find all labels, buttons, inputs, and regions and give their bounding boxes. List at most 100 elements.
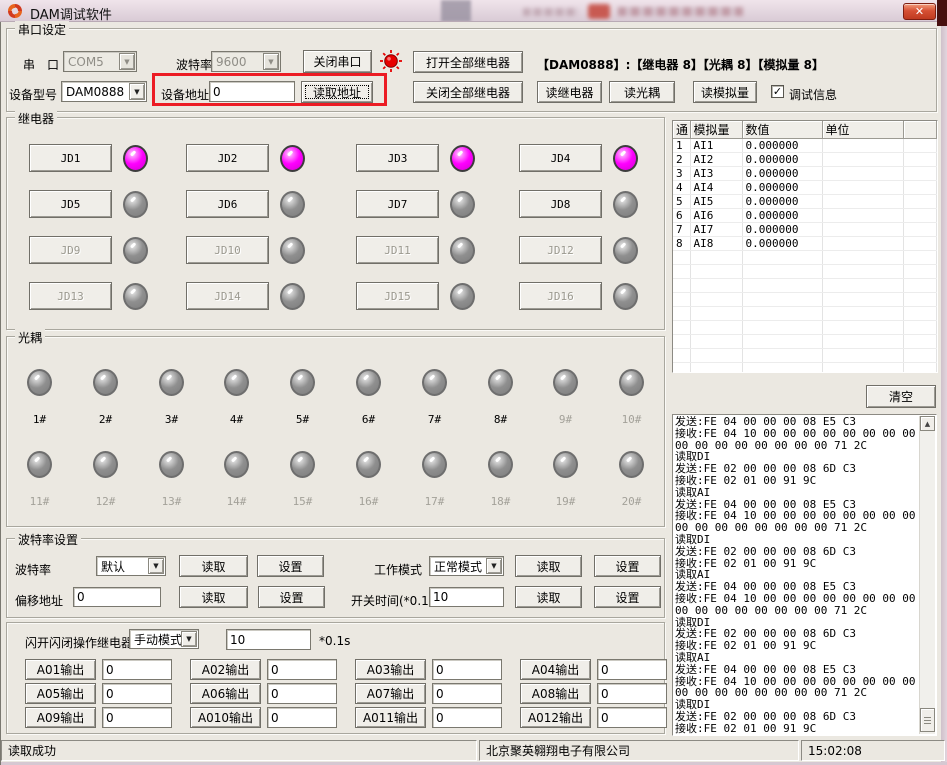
flash-time-input[interactable] bbox=[226, 629, 311, 650]
relay-button-jd13[interactable]: JD13 bbox=[29, 282, 112, 310]
baud-settings-title: 波特率设置 bbox=[15, 531, 81, 548]
opto-led-4 bbox=[224, 369, 249, 396]
device-model-select[interactable]: DAM0888 ▼ bbox=[61, 81, 147, 102]
table-empty-row bbox=[673, 349, 937, 363]
comm-log-box[interactable]: 发送:FE 04 00 00 00 08 E5 C3 接收:FE 04 10 0… bbox=[672, 414, 937, 736]
output-button-a01[interactable]: A01输出 bbox=[25, 659, 96, 680]
baud-read-button[interactable]: 读取 bbox=[179, 555, 248, 577]
relay-button-jd2[interactable]: JD2 bbox=[186, 144, 269, 172]
work-mode-set-button[interactable]: 设置 bbox=[594, 555, 661, 577]
relay-button-jd3[interactable]: JD3 bbox=[356, 144, 439, 172]
flash-time-unit: *0.1s bbox=[319, 634, 350, 648]
relay-button-jd12[interactable]: JD12 bbox=[519, 236, 602, 264]
switch-time-input[interactable] bbox=[429, 587, 504, 607]
com-port-select[interactable]: COM5 ▼ bbox=[63, 51, 137, 72]
offset-set-button[interactable]: 设置 bbox=[258, 586, 325, 608]
read-address-button[interactable]: 读取地址 bbox=[301, 81, 373, 103]
relay-button-jd1[interactable]: JD1 bbox=[29, 144, 112, 172]
output-button-a010[interactable]: A010输出 bbox=[190, 707, 261, 728]
col-header-value[interactable]: 数值 bbox=[742, 121, 822, 139]
background-window-corner bbox=[937, 0, 947, 26]
output-button-a03[interactable]: A03输出 bbox=[355, 659, 426, 680]
output-button-a011[interactable]: A011输出 bbox=[355, 707, 426, 728]
flash-mode-select[interactable]: 手动模式 ▼ bbox=[129, 629, 199, 649]
relay-button-jd10[interactable]: JD10 bbox=[186, 236, 269, 264]
relay-button-jd11[interactable]: JD11 bbox=[356, 236, 439, 264]
switch-time-set-button[interactable]: 设置 bbox=[594, 586, 661, 608]
baud-rate-value: 9600 bbox=[216, 55, 247, 69]
col-header-channel[interactable]: 通 bbox=[673, 121, 690, 139]
opto-led-11 bbox=[27, 451, 52, 478]
debug-info-checkbox[interactable]: ✓ bbox=[771, 85, 784, 98]
offset-read-button[interactable]: 读取 bbox=[179, 586, 248, 608]
relay-button-jd5[interactable]: JD5 bbox=[29, 190, 112, 218]
output-value-a010[interactable] bbox=[267, 707, 337, 728]
table-row[interactable]: 2AI20.000000 bbox=[673, 153, 937, 167]
table-empty-row bbox=[673, 335, 937, 349]
offset-address-label: 偏移地址 bbox=[15, 592, 63, 609]
output-button-a012[interactable]: A012输出 bbox=[520, 707, 591, 728]
output-value-a04[interactable] bbox=[597, 659, 667, 680]
scrollbar-thumb[interactable] bbox=[920, 708, 935, 732]
clear-log-button[interactable]: 清空 bbox=[866, 385, 936, 408]
log-scrollbar[interactable]: ▲ bbox=[919, 416, 935, 734]
col-header-analog[interactable]: 模拟量 bbox=[690, 121, 742, 139]
relay-button-jd16[interactable]: JD16 bbox=[519, 282, 602, 310]
col-header-extra[interactable] bbox=[903, 121, 937, 139]
read-relays-button[interactable]: 读继电器 bbox=[537, 81, 602, 103]
output-value-a09[interactable] bbox=[102, 707, 172, 728]
opto-label-1: 1# bbox=[19, 413, 60, 426]
output-button-a09[interactable]: A09输出 bbox=[25, 707, 96, 728]
baud-set-button[interactable]: 设置 bbox=[257, 555, 324, 577]
offset-address-input[interactable] bbox=[73, 587, 161, 607]
col-header-unit[interactable]: 单位 bbox=[822, 121, 903, 139]
work-mode-select[interactable]: 正常模式 ▼ bbox=[429, 556, 504, 576]
table-row[interactable]: 1AI10.000000 bbox=[673, 139, 937, 153]
output-button-a02[interactable]: A02输出 bbox=[190, 659, 261, 680]
output-button-a08[interactable]: A08输出 bbox=[520, 683, 591, 704]
output-button-a06[interactable]: A06输出 bbox=[190, 683, 261, 704]
baud-rate-select[interactable]: 9600 ▼ bbox=[211, 51, 281, 72]
output-value-a07[interactable] bbox=[432, 683, 502, 704]
table-row[interactable]: 5AI50.000000 bbox=[673, 195, 937, 209]
table-row[interactable]: 6AI60.000000 bbox=[673, 209, 937, 223]
table-row[interactable]: 3AI30.000000 bbox=[673, 167, 937, 181]
output-button-a04[interactable]: A04输出 bbox=[520, 659, 591, 680]
relay-button-jd14[interactable]: JD14 bbox=[186, 282, 269, 310]
close-button[interactable]: ✕ bbox=[903, 3, 936, 20]
output-value-a011[interactable] bbox=[432, 707, 502, 728]
relay-button-jd9[interactable]: JD9 bbox=[29, 236, 112, 264]
close-all-relays-button[interactable]: 关闭全部继电器 bbox=[413, 81, 523, 103]
output-value-a012[interactable] bbox=[597, 707, 667, 728]
output-value-a03[interactable] bbox=[432, 659, 502, 680]
read-analog-button[interactable]: 读模拟量 bbox=[693, 81, 757, 103]
relay-button-jd15[interactable]: JD15 bbox=[356, 282, 439, 310]
background-text-artifact bbox=[618, 7, 743, 16]
close-serial-button[interactable]: 关闭串口 bbox=[303, 50, 372, 73]
output-value-a08[interactable] bbox=[597, 683, 667, 704]
output-button-a05[interactable]: A05输出 bbox=[25, 683, 96, 704]
opto-led-1 bbox=[27, 369, 52, 396]
device-address-input[interactable] bbox=[209, 81, 295, 102]
relay-button-jd4[interactable]: JD4 bbox=[519, 144, 602, 172]
table-row[interactable]: 4AI40.000000 bbox=[673, 181, 937, 195]
table-row[interactable]: 7AI70.000000 bbox=[673, 223, 937, 237]
output-button-a07[interactable]: A07输出 bbox=[355, 683, 426, 704]
open-all-relays-button[interactable]: 打开全部继电器 bbox=[413, 51, 523, 73]
baud-setting-select[interactable]: 默认 ▼ bbox=[96, 556, 166, 576]
output-value-a02[interactable] bbox=[267, 659, 337, 680]
scroll-up-arrow-icon[interactable]: ▲ bbox=[920, 416, 935, 431]
output-value-a05[interactable] bbox=[102, 683, 172, 704]
relay-button-jd8[interactable]: JD8 bbox=[519, 190, 602, 218]
read-opto-button[interactable]: 读光耦 bbox=[609, 81, 675, 103]
table-row[interactable]: 8AI80.000000 bbox=[673, 237, 937, 251]
output-value-a06[interactable] bbox=[267, 683, 337, 704]
relay-button-jd6[interactable]: JD6 bbox=[186, 190, 269, 218]
work-mode-read-button[interactable]: 读取 bbox=[515, 555, 582, 577]
status-message-text: 读取成功 bbox=[8, 742, 56, 759]
relay-button-jd7[interactable]: JD7 bbox=[356, 190, 439, 218]
switch-time-read-button[interactable]: 读取 bbox=[515, 586, 582, 608]
output-value-a01[interactable] bbox=[102, 659, 172, 680]
opto-led-10 bbox=[619, 369, 644, 396]
opto-label-6: 6# bbox=[348, 413, 389, 426]
